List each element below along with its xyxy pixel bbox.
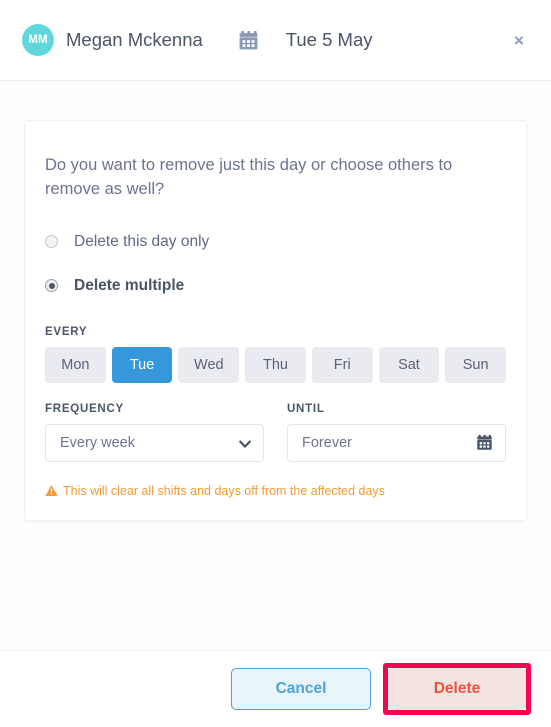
radio-label-delete-multiple: Delete multiple <box>74 276 185 294</box>
employee-name: Megan Mckenna <box>66 29 203 50</box>
cancel-button[interactable]: Cancel <box>231 668 371 710</box>
frequency-value: Every week <box>60 434 135 451</box>
radio-icon-selected[interactable] <box>45 279 58 293</box>
selected-date: Tue 5 May <box>285 29 373 50</box>
until-input[interactable]: Forever <box>287 423 506 462</box>
day-button-wed[interactable]: Wed <box>178 346 240 383</box>
avatar: MM <box>22 24 54 56</box>
modal-body: Do you want to remove just this day or c… <box>0 81 551 650</box>
date-group[interactable]: Tue 5 May <box>238 29 373 51</box>
prompt-text: Do you want to remove just this day or c… <box>45 156 453 198</box>
day-button-thu[interactable]: Thu <box>245 346 306 383</box>
warning-triangle-icon <box>45 484 58 497</box>
until-label: UNTIL <box>287 402 325 415</box>
delete-button-highlight: Delete <box>383 663 531 715</box>
every-label: EVERY <box>45 325 88 338</box>
delete-button[interactable]: Delete <box>388 668 526 710</box>
until-field-group: UNTIL Forever <box>287 403 506 462</box>
day-button-mon[interactable]: Mon <box>45 346 106 383</box>
warning-message: This will clear all shifts and days off … <box>45 484 506 498</box>
every-section: EVERY Mon Tue Wed Thu Fri Sat Sun <box>45 325 507 383</box>
day-button-tue[interactable]: Tue <box>111 346 173 383</box>
frequency-select[interactable]: Every week <box>45 423 264 462</box>
radio-label-delete-this-day-only: Delete this day only <box>74 232 210 250</box>
calendar-icon <box>238 30 259 51</box>
day-button-fri[interactable]: Fri <box>311 346 373 383</box>
modal-footer: Cancel Delete <box>0 650 551 727</box>
radio-delete-this-day-only[interactable]: Delete this day only <box>45 233 506 251</box>
frequency-field-group: FREQUENCY Every week <box>45 403 264 462</box>
calendar-icon[interactable] <box>476 434 493 451</box>
chevron-down-icon <box>239 437 251 449</box>
radio-delete-multiple[interactable]: Delete multiple <box>45 277 506 295</box>
day-selector: Mon Tue Wed Thu Fri Sat Sun <box>45 346 507 383</box>
until-value: Forever <box>302 434 352 451</box>
delete-options-card: Do you want to remove just this day or c… <box>24 120 527 521</box>
day-button-sun[interactable]: Sun <box>445 346 507 383</box>
close-icon[interactable]: × <box>505 26 533 54</box>
day-button-sat[interactable]: Sat <box>378 346 440 383</box>
fields-row: FREQUENCY Every week UNTIL Forever <box>45 403 506 462</box>
modal-header: MM Megan Mckenna Tue 5 May × <box>0 0 551 81</box>
warning-text: This will clear all shifts and days off … <box>63 483 385 498</box>
radio-icon-unselected[interactable] <box>45 235 58 249</box>
frequency-label: FREQUENCY <box>45 402 124 415</box>
